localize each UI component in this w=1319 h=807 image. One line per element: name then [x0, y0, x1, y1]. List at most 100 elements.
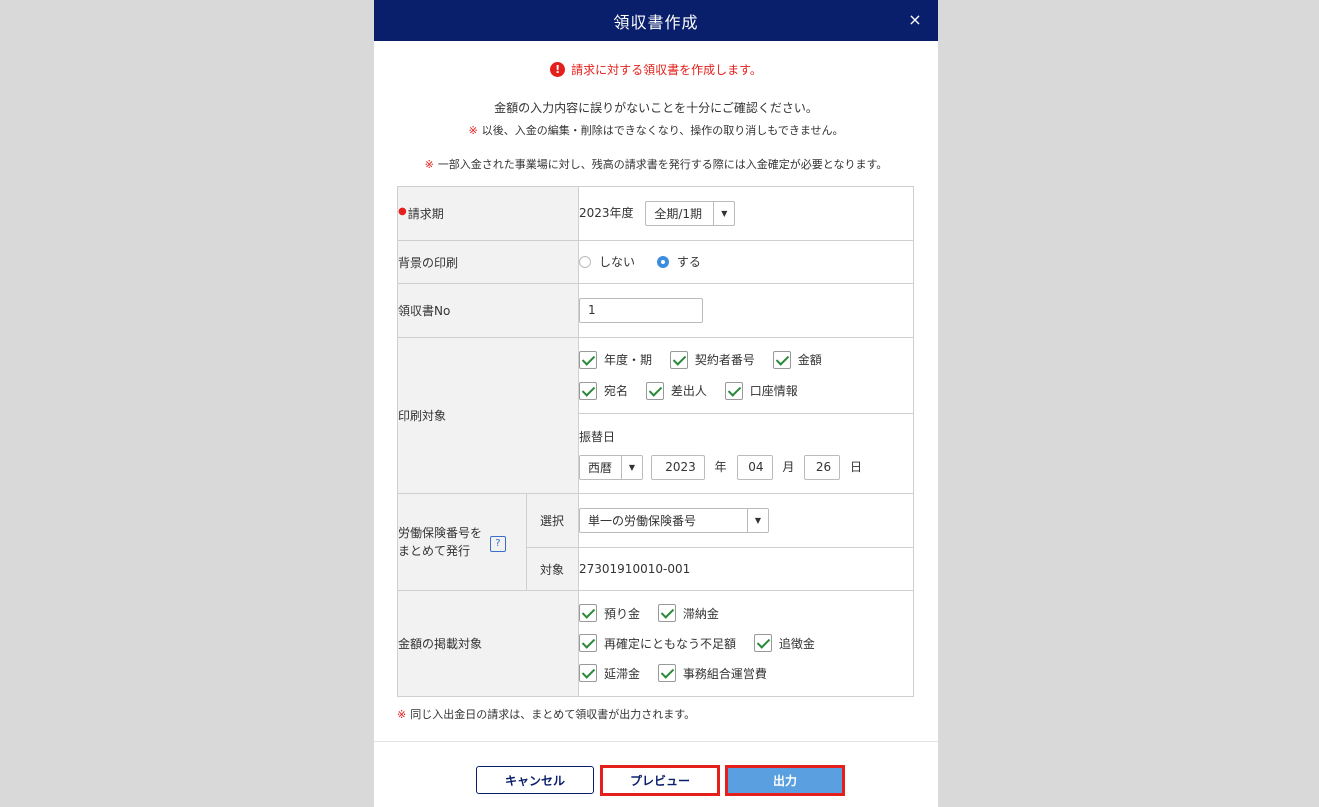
check-label: 口座情報	[749, 384, 798, 398]
check-contractor-no[interactable]: 契約者番号	[669, 349, 755, 371]
check-addressee[interactable]: 宛名	[579, 380, 628, 402]
background-label: 背景の印刷	[397, 240, 579, 284]
receipt-dialog: 領収書作成 × ! 請求に対する領収書を作成します。 金額の入力内容に誤りがない…	[374, 0, 938, 807]
radio-no-label: しない	[599, 255, 636, 270]
checkbox-checked-icon	[657, 664, 676, 682]
transfer-date-fields: 西暦 ▼ 2023 年 04 月 26 日	[579, 454, 913, 480]
print-check-row-1: 年度・期 契約者番号 金額	[579, 349, 913, 372]
check-label: 滞納金	[682, 606, 719, 621]
amount-check-row-1: 預り金 滞納金	[579, 602, 913, 625]
year-input[interactable]: 2023	[650, 454, 705, 480]
labor-insurance-select-value: 単一の労働保険番号	[588, 514, 697, 528]
note-mark: ※	[468, 124, 478, 137]
labor-insurance-target-value: 27301910010-001	[578, 547, 914, 591]
check-arrears[interactable]: 滞納金	[657, 602, 719, 624]
partial-payment-message: ※ 一部入金された事業場に対し、残高の請求書を発行する際には入金確定が必要となりま…	[374, 156, 938, 172]
cancel-button[interactable]: キャンセル	[476, 766, 594, 794]
check-additional-levy[interactable]: 追徴金	[753, 632, 815, 654]
help-icon[interactable]: ?	[489, 535, 506, 552]
radio-no[interactable]: しない	[579, 253, 635, 270]
transfer-date-cell: 振替日 西暦 ▼ 2023 年 04 月 26 日	[578, 413, 914, 494]
checkbox-checked-icon	[579, 664, 597, 682]
preview-button[interactable]: プレビュー	[600, 765, 720, 796]
receipt-no-label: 領収書No	[397, 283, 579, 338]
exclamation-icon: !	[550, 62, 566, 77]
check-label: 再確定にともなう不足額	[604, 636, 737, 651]
checkbox-checked-icon	[579, 350, 597, 369]
check-admin-fee[interactable]: 事務組合運営費	[657, 662, 767, 684]
error-notice: ! 請求に対する領収書を作成します。	[374, 61, 938, 78]
checkbox-checked-icon	[645, 381, 664, 400]
required-mark: ●	[398, 206, 407, 217]
radio-yes[interactable]: する	[656, 253, 701, 270]
close-icon[interactable]: ×	[904, 9, 926, 31]
checkbox-checked-icon	[772, 350, 791, 369]
month-input[interactable]: 04	[736, 454, 773, 480]
period-label-text: 請求期	[407, 207, 444, 221]
amount-check-row-3: 延滞金 事務組合運営費	[579, 662, 913, 685]
note-mark: ※	[397, 708, 407, 721]
check-label: 追徴金	[778, 636, 815, 651]
checkbox-checked-icon	[753, 634, 772, 652]
check-label: 事務組合運営費	[682, 666, 767, 681]
warning-text: 以後、入金の編集・削除はできなくなり、操作の取り消しもできません。	[481, 124, 844, 137]
dialog-title: 領収書作成	[613, 12, 699, 32]
check-account-info[interactable]: 口座情報	[724, 380, 798, 402]
era-select-value: 西暦	[588, 460, 613, 475]
labor-insurance-label-line2: まとめて発行	[398, 544, 471, 558]
partial-payment-text: 一部入金された事業場に対し、残高の請求書を発行する際には入金確定が必要となります…	[437, 158, 888, 171]
check-label: 預り金	[604, 606, 641, 621]
footer-note: ※ 同じ入出金日の請求は、まとめて領収書が出力されます。	[397, 706, 695, 722]
radio-off-icon	[579, 255, 591, 268]
check-late-fee[interactable]: 延滞金	[579, 662, 640, 684]
era-select[interactable]: 西暦 ▼	[579, 454, 643, 480]
day-input[interactable]: 26	[804, 454, 841, 480]
print-target-row: 印刷対象 年度・期 契約者番号 金額 宛名 差出人 口座情報	[397, 337, 914, 494]
output-button[interactable]: 出力	[725, 765, 845, 796]
check-year-period[interactable]: 年度・期	[579, 349, 652, 371]
receipt-no-input[interactable]: 1	[579, 298, 703, 323]
check-shortfall[interactable]: 再確定にともなう不足額	[579, 632, 736, 654]
target-label: 対象	[526, 547, 579, 591]
checkbox-checked-icon	[657, 604, 676, 622]
select-label: 選択	[526, 493, 579, 548]
receipt-form: ●請求期 2023年度 全期/1期 ▼ 背景の印刷 しない する 領収書No 1…	[397, 186, 914, 697]
amount-check-row-2: 再確定にともなう不足額 追徴金	[579, 632, 913, 655]
check-sender[interactable]: 差出人	[645, 380, 707, 402]
check-amount[interactable]: 金額	[772, 349, 822, 371]
print-target-checks: 年度・期 契約者番号 金額 宛名 差出人 口座情報	[578, 337, 914, 414]
checkbox-checked-icon	[724, 381, 743, 400]
check-label: 宛名	[604, 384, 629, 398]
check-deposit[interactable]: 預り金	[579, 602, 640, 624]
chevron-down-icon: ▼	[713, 202, 734, 225]
print-target-label: 印刷対象	[397, 337, 579, 494]
check-label: 延滞金	[604, 666, 641, 681]
labor-insurance-select-cell: 単一の労働保険番号 ▼	[578, 493, 914, 548]
radio-yes-label: する	[676, 255, 701, 270]
error-notice-text: 請求に対する領収書を作成します。	[571, 63, 762, 77]
note-mark: ※	[424, 158, 434, 171]
footer-divider	[374, 741, 938, 742]
labor-insurance-label: 労働保険番号を まとめて発行 ?	[397, 493, 527, 591]
receipt-no-value: 1	[578, 283, 914, 338]
period-label: ●請求期	[397, 186, 579, 241]
chevron-down-icon: ▼	[621, 455, 642, 479]
labor-insurance-select-row: 労働保険番号を まとめて発行 ? 選択 単一の労働保険番号 ▼	[397, 493, 914, 591]
transfer-date-label: 振替日	[579, 429, 616, 444]
check-label: 差出人	[670, 384, 707, 398]
amount-target-label: 金額の掲載対象	[397, 590, 579, 697]
day-unit: 日	[850, 459, 863, 474]
print-check-row-2: 宛名 差出人 口座情報	[579, 380, 913, 403]
period-select[interactable]: 全期/1期 ▼	[645, 201, 736, 226]
receipt-no-row: 領収書No 1	[397, 283, 914, 338]
checkbox-checked-icon	[579, 604, 597, 622]
footer-note-text: 同じ入出金日の請求は、まとめて領収書が出力されます。	[410, 708, 696, 721]
labor-insurance-select[interactable]: 単一の労働保険番号 ▼	[579, 508, 769, 533]
check-label: 年度・期	[604, 353, 653, 367]
month-unit: 月	[782, 459, 795, 474]
amount-target-checks: 預り金 滞納金 再確定にともなう不足額 追徴金 延滞金 事務組合運営費	[578, 590, 914, 697]
confirm-message: 金額の入力内容に誤りがないことを十分にご確認ください。	[494, 101, 818, 115]
period-row: ●請求期 2023年度 全期/1期 ▼	[397, 186, 914, 241]
year-unit: 年	[714, 459, 727, 474]
labor-insurance-label-line1: 労働保険番号を	[398, 526, 483, 540]
